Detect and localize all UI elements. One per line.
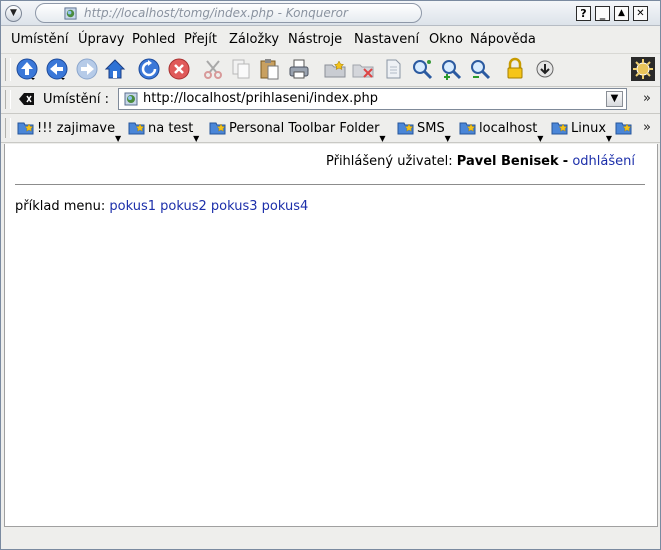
menu-prejit[interactable]: Přejít [184, 32, 217, 47]
user-name: Pavel Benisek [456, 154, 559, 169]
example-menu: příklad menu: pokus1 pokus2 pokus3 pokus… [15, 199, 308, 214]
toolbar-handle[interactable] [5, 58, 11, 81]
dropdown-arrow-icon: ▼ [379, 134, 386, 143]
menu-zalozky[interactable]: Záložky [229, 32, 279, 47]
menu-umisteni[interactable]: Umístění [11, 32, 69, 47]
divider [15, 184, 645, 185]
bookmark-folder[interactable]: Personal Toolbar Folder ▼ [209, 120, 386, 143]
globe-icon [64, 7, 77, 20]
print-icon[interactable] [287, 57, 311, 81]
maximize-button[interactable]: ▲ [614, 6, 629, 21]
title-pill: http://localhost/tomg/index.php - Konque… [35, 3, 422, 23]
toolbar-handle[interactable] [5, 118, 11, 138]
chevron-right-icon[interactable]: » [643, 120, 651, 135]
bookmark-label: na test [148, 121, 194, 136]
bookmark-folder[interactable]: localhost ▼ [459, 120, 543, 143]
menu-nastaveni[interactable]: Nastavení [354, 32, 419, 47]
bookmark-folder[interactable]: na test ▼ [128, 120, 199, 143]
dropdown-arrow-icon: ▼ [605, 134, 613, 143]
file-icon[interactable] [381, 57, 405, 81]
dropdown-arrow-icon: ▼ [114, 134, 122, 143]
login-prefix: Přihlášený uživatel: [325, 154, 453, 169]
new-folder-icon[interactable] [323, 57, 347, 81]
dropdown-arrow-icon: ▼ [444, 134, 451, 143]
bookmark-folder-icon [459, 122, 476, 135]
bookmark-folder-icon [209, 122, 226, 135]
bookmark-folder[interactable]: !!! zajimave ▼ [17, 120, 121, 143]
menu-pohled[interactable]: Pohled [132, 32, 175, 47]
web-content: Přihlášený uživatel: Pavel Benisek - odh… [4, 144, 658, 527]
paste-icon[interactable] [257, 57, 281, 81]
forward-arrow-icon[interactable] [75, 57, 99, 81]
home-icon[interactable] [103, 57, 127, 81]
menu-link-pokus3[interactable]: pokus3 [211, 199, 258, 214]
globe-icon [124, 92, 138, 106]
bookmarks-toolbar: !!! zajimave ▼ na test ▼ Personal Toolbar … [1, 114, 660, 143]
bookmark-label: Personal Toolbar Folder [229, 121, 380, 136]
bookmark-label: SMS [417, 121, 445, 136]
up-arrow-icon[interactable] [15, 57, 39, 81]
title-bar[interactable]: ▼ http://localhost/tomg/index.php - Konq… [1, 1, 660, 26]
menu-prefix: příklad menu: [15, 199, 106, 214]
konqueror-window: ▼ http://localhost/tomg/index.php - Konq… [0, 0, 661, 550]
bookmark-folder-icon [551, 122, 568, 135]
menu-bar: Umístění Úpravy Pohled Přejít Záložky Ná… [1, 26, 660, 52]
bookmark-label: !!! zajimave [37, 121, 116, 136]
window-title: http://localhost/tomg/index.php - Konque… [84, 6, 348, 20]
url-input[interactable]: http://localhost/prihlaseni/index.php ▼ [118, 88, 627, 110]
login-info: Přihlášený uživatel: Pavel Benisek - odh… [326, 154, 635, 169]
status-bar [4, 528, 658, 548]
menu-napoveda[interactable]: Nápověda [470, 32, 536, 47]
delete-icon[interactable] [351, 57, 375, 81]
dropdown-arrow-icon: ▼ [193, 134, 200, 143]
toolbar-handle[interactable] [5, 90, 11, 109]
separator: - [562, 154, 569, 169]
stop-icon[interactable] [167, 57, 191, 81]
zoom-out-icon[interactable] [468, 57, 492, 81]
bookmark-folder-partial[interactable] [615, 120, 635, 138]
logout-link[interactable]: odhlášení [572, 154, 635, 169]
bookmark-folder-icon [128, 122, 145, 135]
url-history-dropdown[interactable]: ▼ [606, 91, 623, 107]
bookmark-folder-icon [397, 122, 414, 135]
location-label: Umístění : [43, 92, 110, 107]
download-icon[interactable] [533, 57, 557, 81]
zoom-icon[interactable] [410, 57, 434, 81]
bookmark-folder-icon [615, 122, 632, 135]
window-menu-button[interactable]: ▼ [5, 5, 22, 22]
bookmark-folder[interactable]: SMS ▼ [397, 120, 451, 143]
url-text: http://localhost/prihlaseni/index.php [143, 91, 379, 106]
menu-nastroje[interactable]: Nástroje [288, 32, 342, 47]
zoom-in-icon[interactable] [439, 57, 463, 81]
chevron-right-icon[interactable]: » [643, 91, 651, 106]
bookmark-label: Linux [571, 121, 607, 136]
bookmark-folder-icon [17, 122, 34, 135]
konqueror-gear-icon[interactable] [631, 57, 655, 81]
reload-icon[interactable] [137, 57, 161, 81]
location-toolbar: Umístění : http://localhost/prihlaseni/i… [1, 86, 660, 114]
bookmark-folder[interactable]: Linux ▼ [551, 120, 612, 143]
close-button[interactable]: ✕ [633, 6, 648, 21]
copy-icon[interactable] [229, 57, 253, 81]
menu-okno[interactable]: Okno [429, 32, 463, 47]
lock-icon[interactable] [503, 57, 527, 81]
dropdown-arrow-icon: ▼ [537, 134, 544, 143]
main-toolbar [1, 53, 660, 87]
bookmark-label: localhost [479, 121, 538, 136]
cut-icon[interactable] [201, 57, 225, 81]
menu-link-pokus2[interactable]: pokus2 [160, 199, 207, 214]
menu-link-pokus1[interactable]: pokus1 [109, 199, 156, 214]
help-button[interactable]: ? [576, 6, 591, 21]
clear-location-icon[interactable] [19, 92, 35, 106]
menu-link-pokus4[interactable]: pokus4 [262, 199, 309, 214]
menu-upravy[interactable]: Úpravy [78, 32, 124, 47]
minimize-button[interactable]: _ [595, 6, 610, 21]
back-arrow-icon[interactable] [45, 57, 69, 81]
